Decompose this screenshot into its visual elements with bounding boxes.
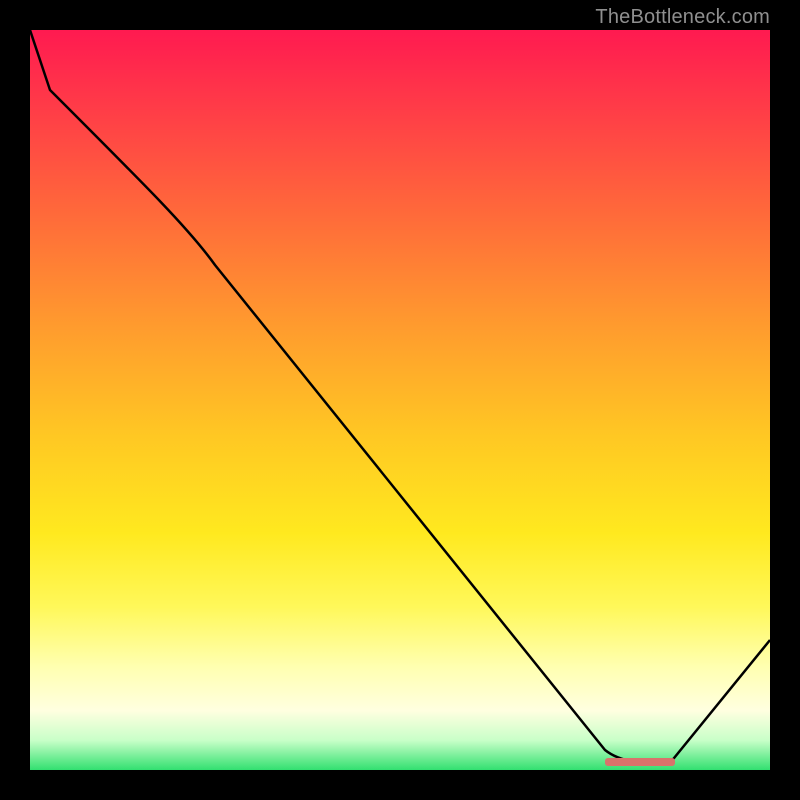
plot-area <box>30 30 770 770</box>
chart-frame <box>30 30 770 770</box>
highlight-segment <box>605 758 675 766</box>
bottleneck-curve <box>30 30 770 764</box>
watermark-label: TheBottleneck.com <box>595 6 770 29</box>
curve-layer <box>30 30 770 770</box>
